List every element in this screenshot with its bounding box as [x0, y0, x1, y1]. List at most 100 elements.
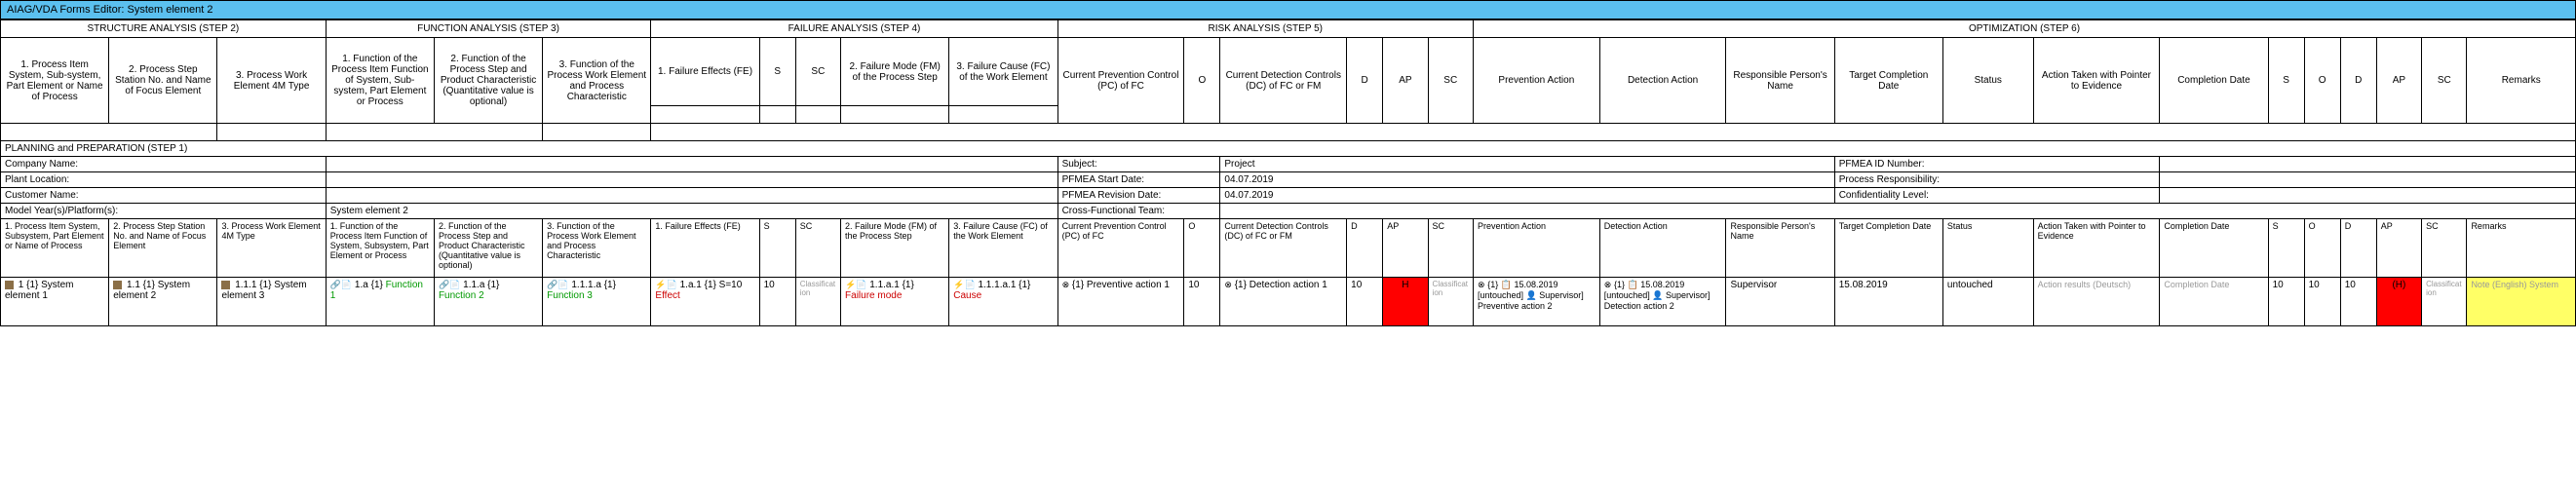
cell-completion-date[interactable]: Completion Date [2160, 278, 2268, 326]
cell-target-date[interactable]: 15.08.2019 [1834, 278, 1942, 326]
model-row: Model Year(s)/Platform(s): System elemen… [1, 204, 2576, 219]
cell-prevention-action[interactable]: ⊗ {1} 📋 15.08.2019 [untouched] 👤 Supervi… [1473, 278, 1599, 326]
cell-cause[interactable]: ⚡📄 1.1.1.a.1 {1} Cause [949, 278, 1057, 326]
cell-detection-control[interactable]: ⊗ {1} Detection action 1 [1220, 278, 1347, 326]
thin-sc[interactable] [795, 106, 840, 124]
cross-value[interactable] [1220, 204, 2576, 219]
div-3[interactable] [326, 124, 542, 141]
hr-c16: AP [1383, 219, 1428, 278]
conf-label: Confidentiality Level: [1834, 188, 2160, 204]
cell-system-element-1[interactable]: 1 {1} System element 1 [1, 278, 109, 326]
f1-pre: 1.a {1} [355, 280, 386, 290]
conf-value[interactable] [2160, 188, 2576, 204]
hr-c26: O [2304, 219, 2340, 278]
step6-header: OPTIMIZATION (STEP 6) [1473, 20, 2575, 38]
col-pc: Current Prevention Control (PC) of FC [1057, 38, 1184, 124]
pc-text: {1} Preventive action 1 [1072, 280, 1170, 290]
div-2[interactable] [217, 124, 326, 141]
start-label: PFMEA Start Date: [1057, 172, 1220, 188]
resp-value[interactable] [2160, 172, 2576, 188]
cell-sc2[interactable]: Classification [1428, 278, 1473, 326]
pfmea-id-value[interactable] [2160, 157, 2576, 172]
pfmea-id-label: PFMEA ID Number: [1834, 157, 2160, 172]
col-det-action: Detection Action [1599, 38, 1726, 124]
hr-c21: Target Completion Date [1834, 219, 1942, 278]
col-s: S [759, 38, 795, 106]
div-5[interactable] [651, 124, 2576, 141]
subject-label: Subject: [1057, 157, 1220, 172]
model-value[interactable]: System element 2 [326, 204, 1057, 219]
div-1[interactable] [1, 124, 217, 141]
function-icon: 🔗📄 [439, 280, 460, 289]
cell-sc[interactable]: Classification [795, 278, 840, 326]
col-o: O [1184, 38, 1220, 124]
cell-remarks[interactable]: Note (English) System [2467, 278, 2576, 326]
dc-text: {1} Detection action 1 [1235, 280, 1327, 290]
planning-label: PLANNING and PREPARATION (STEP 1) [1, 141, 2576, 157]
thin-fe[interactable] [651, 106, 759, 124]
cell-ap2[interactable]: (H) [2376, 278, 2421, 326]
start-value[interactable]: 04.07.2019 [1220, 172, 1834, 188]
cell-responsible[interactable]: Supervisor [1726, 278, 1834, 326]
planning-row: PLANNING and PREPARATION (STEP 1) [1, 141, 2576, 157]
hr-c28: AP [2376, 219, 2421, 278]
thin-fm[interactable] [841, 106, 949, 124]
hr-c29: SC [2422, 219, 2467, 278]
thin-fc[interactable] [949, 106, 1057, 124]
step2-header: STRUCTURE ANALYSIS (STEP 2) [1, 20, 327, 38]
cell-d[interactable]: 10 [1347, 278, 1383, 326]
hr-c20: Responsible Person's Name [1726, 219, 1834, 278]
plant-value[interactable] [326, 172, 1057, 188]
subject-value[interactable]: Project [1220, 157, 1834, 172]
data-row-1[interactable]: 1 {1} System element 1 1.1 {1} System el… [1, 278, 2576, 326]
cell-detection-action[interactable]: ⊗ {1} 📋 15.08.2019 [untouched] 👤 Supervi… [1599, 278, 1726, 326]
hr-c15: D [1347, 219, 1383, 278]
cell-sc3[interactable]: Classification [2422, 278, 2467, 326]
hr-c25: S [2268, 219, 2304, 278]
cell-s[interactable]: 10 [759, 278, 795, 326]
c-pre: 1.1.1.a.1 {1} [978, 280, 1030, 290]
hr-c1: 1. Process Item System, Subsystem, Part … [1, 219, 109, 278]
plant-label: Plant Location: [1, 172, 327, 188]
cell-ap[interactable]: H [1383, 278, 1428, 326]
structure-icon [5, 281, 14, 289]
fmea-table: STRUCTURE ANALYSIS (STEP 2) FUNCTION ANA… [0, 19, 2576, 326]
cell-function-1[interactable]: 🔗📄 1.a {1} Function 1 [326, 278, 434, 326]
cell-action-taken[interactable]: Action results (Deutsch) [2033, 278, 2160, 326]
hr-c10: 2. Failure Mode (FM) of the Process Step [841, 219, 949, 278]
cell-s2[interactable]: 10 [2268, 278, 2304, 326]
col-prev-action: Prevention Action [1473, 38, 1599, 124]
rev-value[interactable]: 04.07.2019 [1220, 188, 1834, 204]
column-header-row: 1. Process Item System, Sub-system, Part… [1, 38, 2576, 106]
cell-system-element-2[interactable]: 1.1 {1} System element 2 [109, 278, 217, 326]
div-4[interactable] [543, 124, 651, 141]
customer-value[interactable] [326, 188, 1057, 204]
col-completion: Completion Date [2160, 38, 2268, 124]
f2-pre: 1.1.a {1} [463, 280, 499, 290]
cell-failure-mode[interactable]: ⚡📄 1.1.a.1 {1} Failure mode [841, 278, 949, 326]
pa-text: {1} 📋 15.08.2019 [untouched] 👤 Superviso… [1478, 280, 1584, 311]
se2-text: 1.1 {1} System element 2 [113, 280, 190, 301]
col-fe: 1. Failure Effects (FE) [651, 38, 759, 106]
company-value[interactable] [326, 157, 1057, 172]
hr-c7: 1. Failure Effects (FE) [651, 219, 759, 278]
cell-prevention-control[interactable]: ⊗ {1} Preventive action 1 [1057, 278, 1184, 326]
cell-effect[interactable]: ⚡📄 1.a.1 {1} S=10 Effect [651, 278, 759, 326]
cell-function-3[interactable]: 🔗📄 1.1.1.a {1} Function 3 [543, 278, 651, 326]
cell-status[interactable]: untouched [1942, 278, 2033, 326]
hr-c5: 2. Function of the Process Step and Prod… [434, 219, 542, 278]
f3-pre: 1.1.1.a {1} [571, 280, 616, 290]
col-fc: 3. Failure Cause (FC) of the Work Elemen… [949, 38, 1057, 106]
cell-function-2[interactable]: 🔗📄 1.1.a {1} Function 2 [434, 278, 542, 326]
col-func1: 1. Function of the Process Item Function… [326, 38, 434, 124]
cell-system-element-3[interactable]: 1.1.1 {1} System element 3 [217, 278, 326, 326]
fm-text: Failure mode [845, 290, 902, 301]
cell-d2[interactable]: 10 [2340, 278, 2376, 326]
hr-c8: S [759, 219, 795, 278]
hr-c13: O [1184, 219, 1220, 278]
hr-c11: 3. Failure Cause (FC) of the Work Elemen… [949, 219, 1057, 278]
cell-o[interactable]: 10 [1184, 278, 1220, 326]
thin-s[interactable] [759, 106, 795, 124]
col-dc: Current Detection Controls (DC) of FC or… [1220, 38, 1347, 124]
cell-o2[interactable]: 10 [2304, 278, 2340, 326]
